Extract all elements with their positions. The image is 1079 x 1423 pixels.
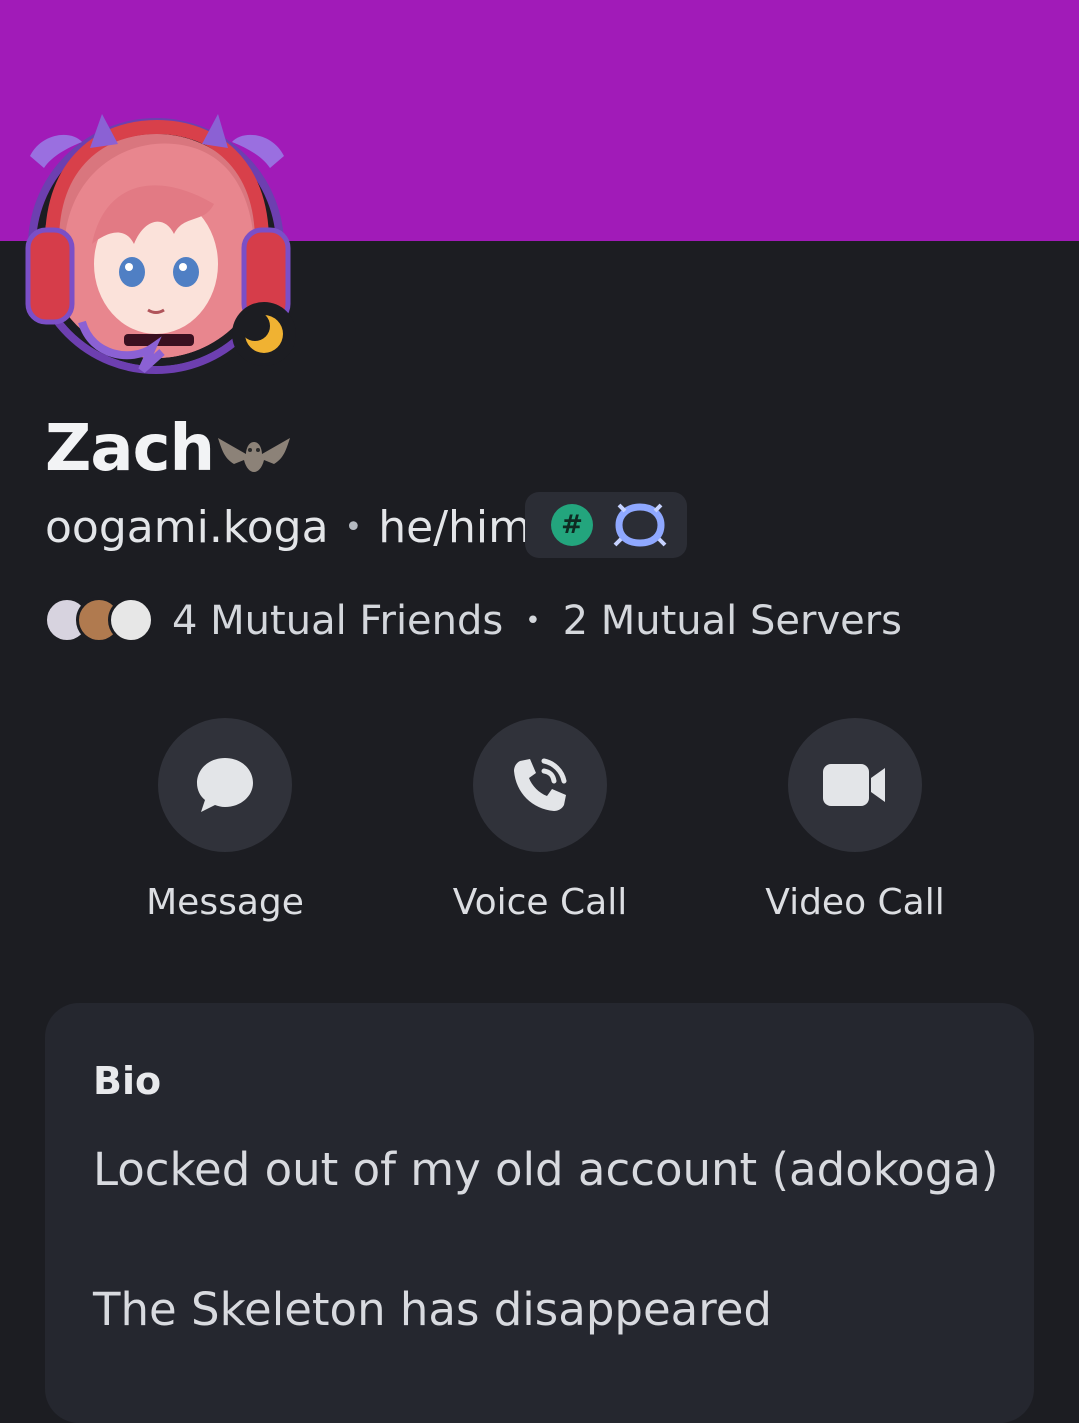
mutuals-row[interactable]: 4 Mutual Friends • 2 Mutual Servers bbox=[44, 597, 902, 645]
bio-line: Locked out of my old account (adokoga) bbox=[93, 1143, 999, 1196]
username-row: oogami.koga • he/him bbox=[45, 502, 531, 553]
bat-emoji-icon bbox=[218, 438, 290, 472]
moon-icon bbox=[242, 312, 283, 353]
bio-line: The Skeleton has disappeared bbox=[93, 1283, 772, 1336]
message-label: Message bbox=[146, 882, 304, 923]
voice-call-action[interactable]: Voice Call bbox=[410, 718, 670, 923]
message-action[interactable]: Message bbox=[95, 718, 355, 923]
bio-card: Bio Locked out of my old account (adokog… bbox=[45, 1003, 1034, 1423]
username[interactable]: oogami.koga bbox=[45, 502, 329, 553]
mutual-servers-link[interactable]: 2 Mutual Servers bbox=[563, 598, 902, 644]
chat-bubble-icon bbox=[197, 758, 253, 812]
video-call-action[interactable]: Video Call bbox=[725, 718, 985, 923]
status-idle-indicator bbox=[232, 302, 296, 366]
separator-dot: • bbox=[525, 606, 541, 636]
laurel-badge-icon[interactable] bbox=[613, 501, 667, 549]
video-camera-icon bbox=[823, 764, 885, 806]
phone-icon bbox=[514, 758, 567, 811]
action-buttons: Message Voice Call Video Call bbox=[0, 718, 1079, 938]
voice-call-label: Voice Call bbox=[452, 882, 628, 923]
display-name: Zach bbox=[45, 412, 215, 486]
hashtag-icon[interactable]: # bbox=[551, 504, 593, 546]
video-call-label: Video Call bbox=[765, 882, 945, 923]
message-button[interactable] bbox=[158, 718, 292, 852]
mutual-avatar bbox=[108, 597, 154, 643]
mutual-friends-link[interactable]: 4 Mutual Friends bbox=[172, 598, 503, 644]
video-call-button[interactable] bbox=[788, 718, 922, 852]
voice-call-button[interactable] bbox=[473, 718, 607, 852]
pronouns: he/him bbox=[378, 502, 531, 553]
mutual-friends-avatars bbox=[44, 597, 156, 645]
bio-title: Bio bbox=[93, 1059, 162, 1103]
avatar-container[interactable] bbox=[22, 112, 296, 374]
separator-dot: • bbox=[344, 510, 363, 545]
badge-container: # bbox=[525, 492, 687, 558]
